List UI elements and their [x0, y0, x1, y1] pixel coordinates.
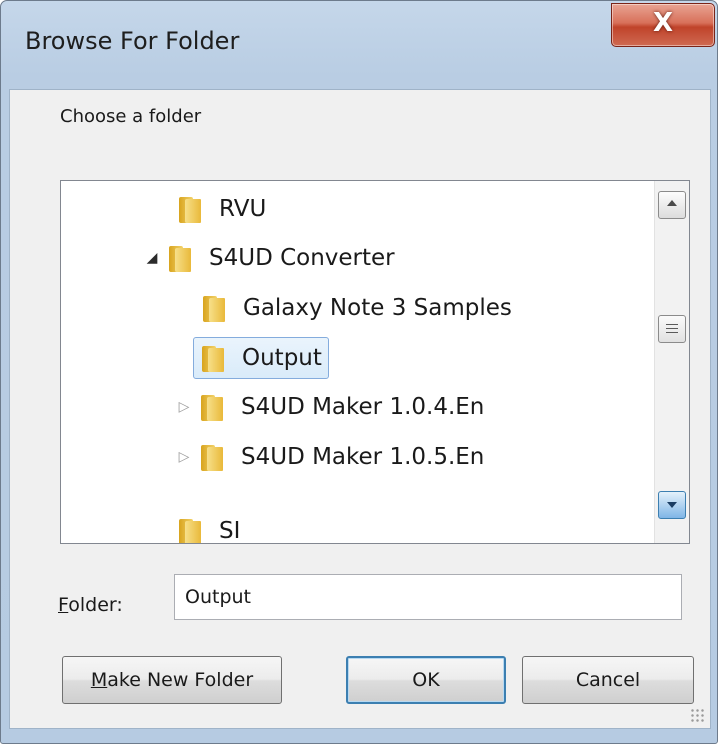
- tree-item-label: RVU: [219, 196, 267, 222]
- folder-icon: [177, 195, 203, 223]
- close-icon: X: [652, 8, 674, 38]
- tree-item-label: Output: [242, 345, 322, 371]
- folder-icon: [177, 517, 203, 543]
- tree-item-output[interactable]: Output: [193, 337, 329, 379]
- tree-item-label: S4UD Maker 1.0.5.En: [241, 444, 485, 470]
- title-bar[interactable]: Browse For Folder X: [1, 1, 717, 89]
- collapsed-arrow-icon[interactable]: ▷: [173, 449, 195, 465]
- cancel-button[interactable]: Cancel: [522, 656, 694, 704]
- collapsed-arrow-icon[interactable]: ▷: [173, 399, 195, 415]
- tree-item-label: S4UD Converter: [209, 245, 395, 271]
- button-label: OK: [412, 669, 440, 691]
- close-button[interactable]: X: [611, 3, 715, 47]
- dialog-body: Choose a folder RVU ◢ S4UD Converter Gal…: [9, 89, 711, 729]
- button-label: Cancel: [575, 669, 641, 691]
- folder-icon: [199, 393, 225, 421]
- folder-icon: [199, 443, 225, 471]
- browse-for-folder-dialog: Browse For Folder X Choose a folder RVU …: [0, 0, 718, 744]
- tree-item-s4ud-converter[interactable]: ◢ S4UD Converter: [141, 238, 395, 278]
- window-title: Browse For Folder: [25, 27, 240, 55]
- ok-button[interactable]: OK: [346, 656, 506, 704]
- tree-item-galaxy-note-3-samples[interactable]: Galaxy Note 3 Samples: [201, 288, 512, 328]
- folder-icon: [167, 244, 193, 272]
- folder-icon: [200, 344, 226, 372]
- scroll-down-button[interactable]: [658, 491, 686, 519]
- resize-grip[interactable]: [690, 708, 706, 724]
- expanded-arrow-icon[interactable]: ◢: [141, 250, 163, 266]
- vertical-scrollbar[interactable]: [654, 181, 689, 543]
- make-new-folder-button[interactable]: Make New Folder: [62, 656, 282, 704]
- folder-tree[interactable]: RVU ◢ S4UD Converter Galaxy Note 3 Sampl…: [60, 180, 690, 544]
- tree-item-rvu[interactable]: RVU: [177, 189, 266, 229]
- scroll-thumb[interactable]: [658, 315, 686, 343]
- label-text: older:: [68, 594, 123, 616]
- tree-item-label: S4UD Maker 1.0.4.En: [241, 394, 485, 420]
- tree-item-si[interactable]: SI: [177, 511, 241, 544]
- scroll-up-button[interactable]: [658, 191, 686, 219]
- tree-item-label: SI: [219, 518, 241, 544]
- mnemonic-char: F: [58, 594, 69, 616]
- folder-input[interactable]: [174, 574, 682, 620]
- arrow-up-icon: [667, 200, 677, 206]
- tree-item-s4ud-maker-105[interactable]: ▷ S4UD Maker 1.0.5.En: [173, 437, 484, 477]
- button-label: Make New Folder: [90, 669, 254, 691]
- prompt-text: Choose a folder: [60, 106, 202, 127]
- tree-item-s4ud-maker-104[interactable]: ▷ S4UD Maker 1.0.4.En: [173, 387, 484, 427]
- arrow-down-icon: [667, 502, 677, 508]
- folder-field-label: Folder:: [58, 594, 123, 616]
- tree-item-label: Galaxy Note 3 Samples: [243, 295, 512, 321]
- folder-icon: [201, 294, 227, 322]
